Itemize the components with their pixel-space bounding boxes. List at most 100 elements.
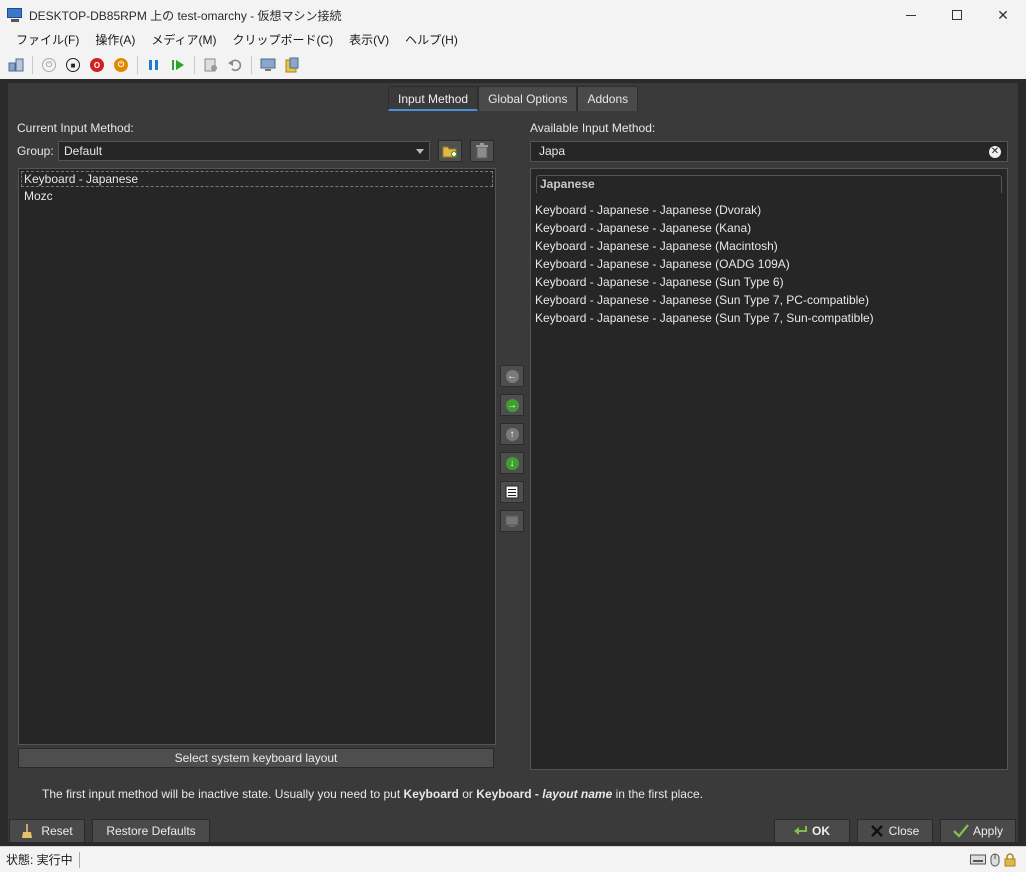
ok-label: OK [812,824,830,838]
menu-file[interactable]: ファイル(F) [8,29,87,51]
current-input-method-label: Current Input Method: [17,121,134,135]
ok-return-icon [794,826,807,835]
move-right-button[interactable]: → [500,394,524,416]
menu-view[interactable]: 表示(V) [341,29,397,51]
turn-off-button[interactable]: ■ [63,55,83,75]
add-group-button[interactable] [438,140,462,162]
enhanced-session-icon [260,58,276,71]
list-item[interactable]: Keyboard - Japanese - Japanese (Sun Type… [535,273,874,291]
tab-addons[interactable]: Addons [577,86,639,111]
keyboard-icon [970,854,986,865]
checkpoint-icon [204,58,217,72]
revert-button[interactable] [225,55,245,75]
arrow-up-icon: ↑ [505,427,519,441]
move-down-button[interactable]: ↓ [500,452,524,474]
status-bar: 状態: 実行中 [0,846,1026,872]
start-button[interactable]: ⏻ [39,55,59,75]
hint-part-2: or [458,787,477,801]
menu-action[interactable]: 操作(A) [87,29,143,51]
hint-bold-prefix: Keyboard - [476,787,543,801]
move-up-button[interactable]: ↑ [500,423,524,445]
power-icon: ⏻ [42,58,56,72]
group-header-japanese: Japanese [536,175,1002,193]
keyboard-layout-button[interactable] [500,510,524,532]
minimize-button[interactable] [888,0,934,30]
checkmark-icon [953,824,969,838]
available-input-method-label: Available Input Method: [530,121,656,135]
broom-icon [22,824,33,838]
checkpoint-button[interactable] [201,55,221,75]
current-input-method-list: Keyboard - Japanese Mozc [18,168,496,745]
group-select-value: Default [64,144,103,158]
list-item[interactable]: Keyboard - Japanese - Japanese (OADG 109… [535,255,874,273]
group-label: Group: [17,144,54,158]
shutdown-button[interactable]: O [87,55,107,75]
menu-clipboard[interactable]: クリップボード(C) [224,29,341,51]
close-window-button[interactable]: ✕ [980,0,1026,30]
keyboard-layout-icon [505,515,519,527]
ctrl-alt-del-button[interactable] [6,55,26,75]
save-state-icon: ⏻ [114,58,128,72]
maximize-button[interactable] [934,0,980,30]
reset-label: Reset [41,824,73,838]
title-bar: DESKTOP-DB85RPM 上の test-omarchy - 仮想マシン接… [0,0,1026,30]
resume-button[interactable] [168,55,188,75]
list-item[interactable]: Keyboard - Japanese [21,171,493,187]
lock-icon [1004,853,1016,867]
arrow-down-icon: ↓ [505,456,519,470]
folder-add-icon [442,146,457,158]
list-item[interactable]: Keyboard - Japanese - Japanese (Dvorak) [535,201,874,219]
group-select[interactable]: Default [58,141,430,161]
mouse-icon [990,853,1000,867]
reset-button[interactable]: Reset [9,819,85,843]
share-button[interactable] [282,55,302,75]
configure-button[interactable] [500,481,524,503]
close-button[interactable]: Close [857,819,933,843]
list-item[interactable]: Keyboard - Japanese - Japanese (Sun Type… [535,291,874,309]
pause-button[interactable] [144,55,164,75]
arrow-right-icon: → [505,398,519,412]
fcitx-config-window: Input Method Global Options Addons Curre… [8,83,1018,843]
restore-defaults-label: Restore Defaults [106,824,196,838]
ok-button[interactable]: OK [774,819,850,843]
clear-search-icon[interactable]: ✕ [989,146,1001,158]
window-title: DESKTOP-DB85RPM 上の test-omarchy - 仮想マシン接… [29,8,342,23]
revert-icon [228,59,242,72]
delete-group-button[interactable] [470,140,494,162]
list-item[interactable]: Mozc [19,187,495,205]
arrow-left-icon: ← [505,369,519,383]
stop-icon: ■ [66,58,80,72]
share-icon [285,57,299,73]
pause-icon [149,60,158,70]
menu-media[interactable]: メディア(M) [143,29,224,51]
maximize-icon [952,10,962,20]
list-item[interactable]: Keyboard - Japanese - Japanese (Macintos… [535,237,874,255]
search-input-value: Japa [539,144,566,158]
vm-connection-icon [7,8,23,22]
menu-help[interactable]: ヘルプ(H) [397,29,466,51]
restore-defaults-button[interactable]: Restore Defaults [92,819,210,843]
list-item[interactable]: Keyboard - Japanese - Japanese (Kana) [535,219,874,237]
hint-part-1: The first input method will be inactive … [42,787,404,801]
tab-input-method[interactable]: Input Method [388,86,479,111]
close-label: Close [888,824,920,838]
enhanced-session-button[interactable] [258,55,278,75]
hint-layout-name: layout name [542,787,613,801]
list-item[interactable]: Keyboard - Japanese - Japanese (Sun Type… [535,309,874,327]
move-left-button[interactable]: ← [500,365,524,387]
apply-button[interactable]: Apply [940,819,1016,843]
menu-bar: ファイル(F) 操作(A) メディア(M) クリップボード(C) 表示(V) ヘ… [0,29,1026,51]
tab-global-options[interactable]: Global Options [478,86,578,111]
close-x-icon [870,825,883,837]
hint-bold-keyboard: Keyboard [403,787,459,801]
chevron-down-icon [416,149,424,154]
select-system-keyboard-layout-button[interactable]: Select system keyboard layout [18,748,494,768]
apply-label: Apply [972,824,1004,838]
search-input[interactable]: Japa ✕ [530,141,1008,162]
resume-icon [172,60,184,70]
save-state-button[interactable]: ⏻ [111,55,131,75]
vm-screen: Input Method Global Options Addons Curre… [0,79,1026,846]
vm-toolbar: ⏻ ■ O ⏻ [0,52,1026,78]
status-text: 状態: 実行中 [6,853,73,867]
settings-sheet-icon [505,485,519,499]
